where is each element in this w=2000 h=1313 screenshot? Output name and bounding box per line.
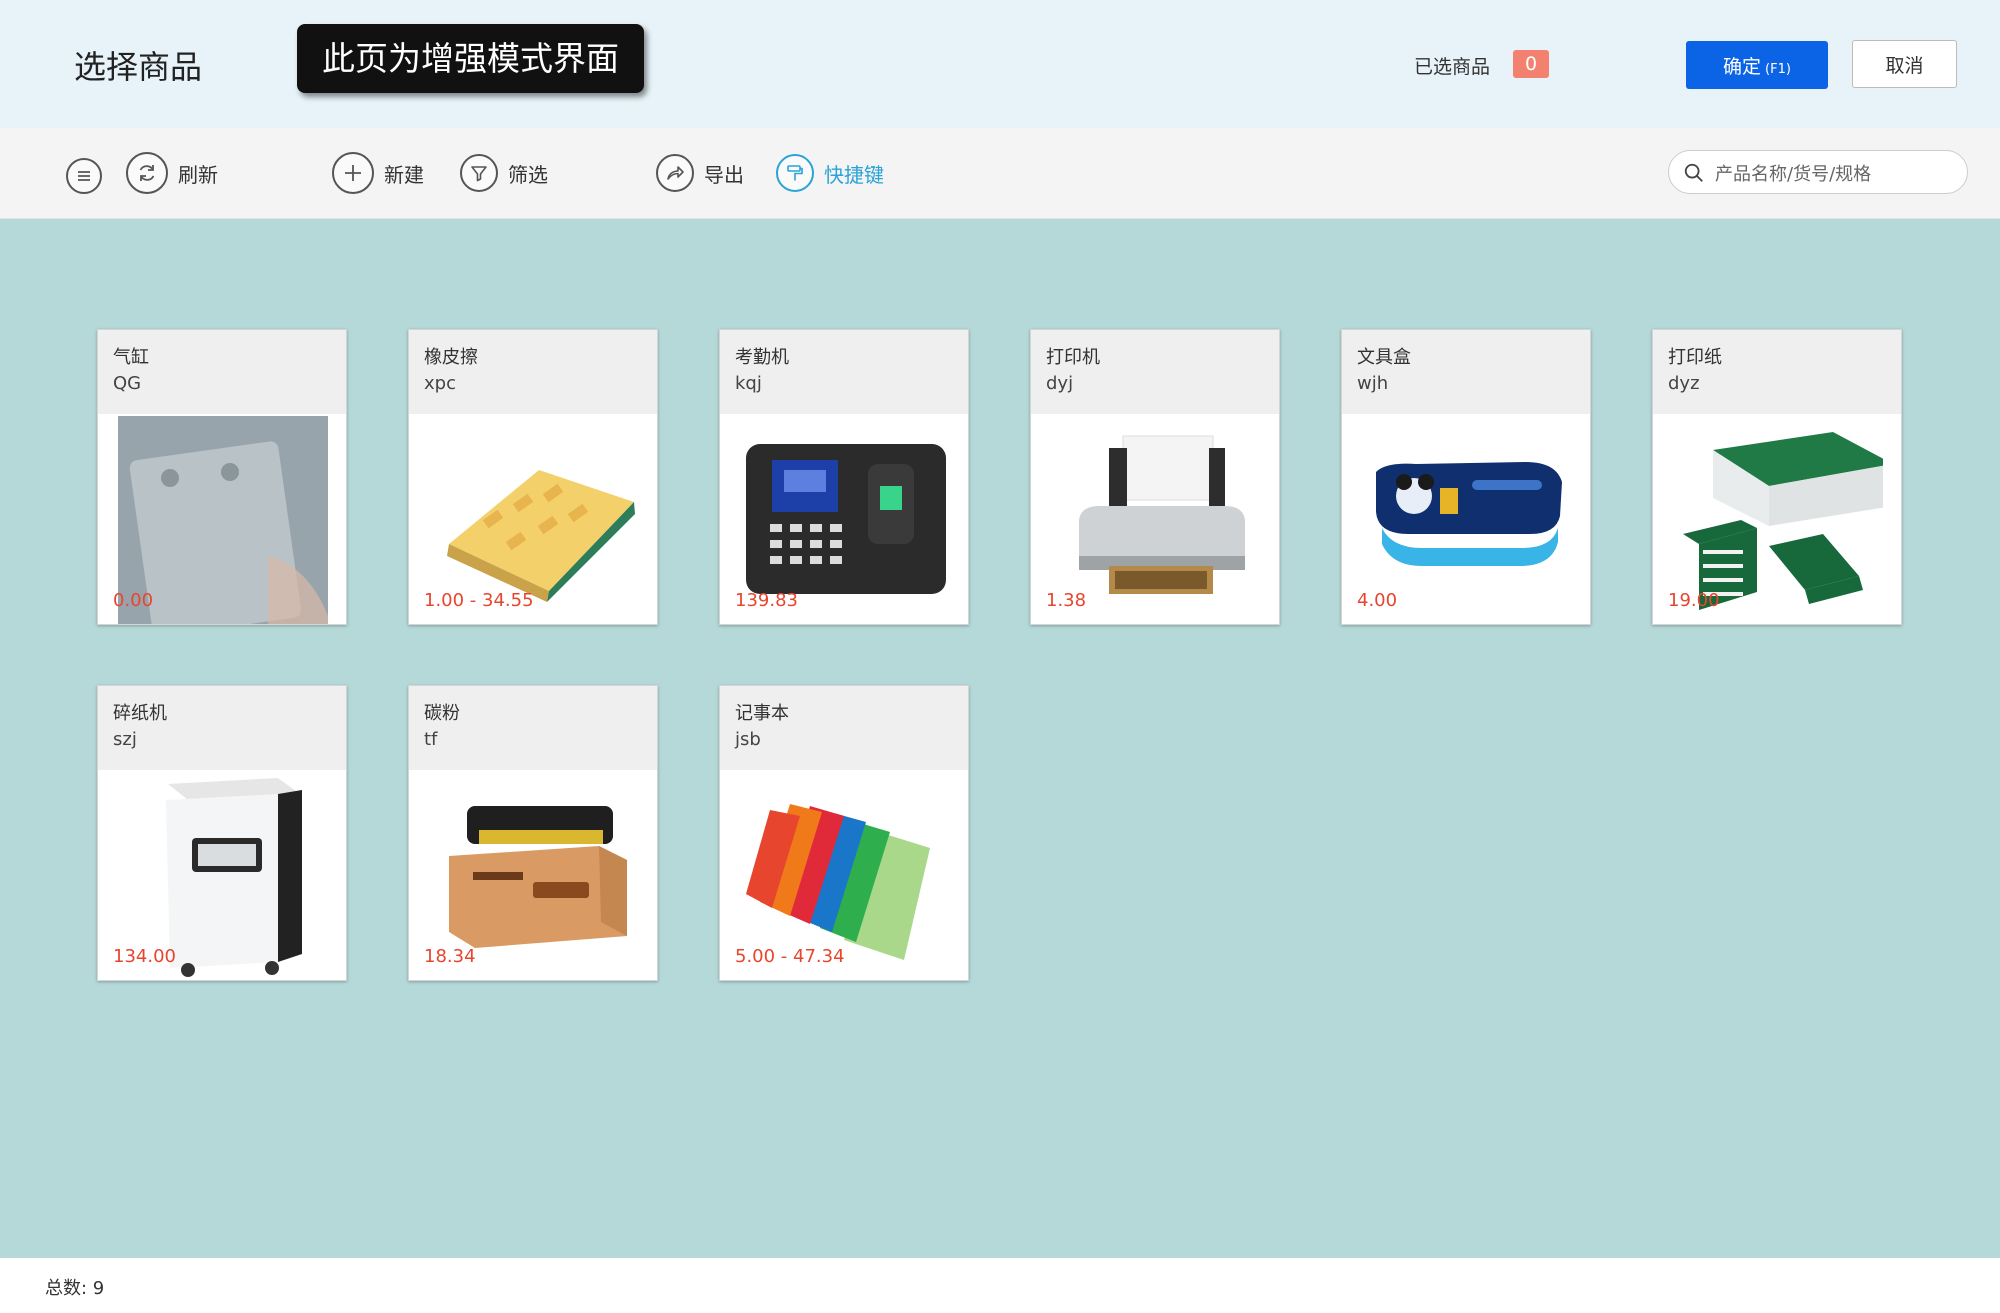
refresh-label: 刷新 bbox=[178, 162, 218, 187]
product-price: 134.00 bbox=[113, 946, 176, 967]
product-card-header: 碎纸机 szj bbox=[98, 686, 346, 770]
product-code: jsb bbox=[735, 729, 761, 750]
product-code: wjh bbox=[1357, 373, 1389, 394]
product-card-header: 记事本 jsb bbox=[720, 686, 968, 770]
product-card-header: 打印纸 dyz bbox=[1653, 330, 1901, 414]
selected-count-badge[interactable]: 0 bbox=[1513, 50, 1549, 78]
product-name: 打印机 bbox=[1046, 347, 1100, 368]
total-count: 总数: 9 bbox=[45, 1278, 105, 1299]
product-code: QG bbox=[113, 373, 142, 394]
export-label: 导出 bbox=[704, 162, 744, 187]
product-price: 5.00 - 47.34 bbox=[735, 946, 845, 967]
product-code: szj bbox=[113, 729, 137, 750]
filter-button[interactable]: 筛选 bbox=[460, 150, 548, 196]
filter-label: 筛选 bbox=[508, 162, 548, 187]
product-name: 考勤机 bbox=[735, 347, 789, 368]
menu-button[interactable] bbox=[66, 153, 102, 199]
search-icon bbox=[1684, 163, 1703, 182]
selected-products-label: 已选商品 bbox=[1414, 56, 1491, 78]
header: 选择商品 此页为增强模式界面 已选商品 0 确定 (F1) 取消 bbox=[0, 0, 2000, 128]
product-name: 橡皮擦 bbox=[424, 347, 478, 368]
confirm-shortcut-hint: (F1) bbox=[1765, 61, 1791, 77]
confirm-button[interactable]: 确定 (F1) bbox=[1686, 41, 1828, 89]
footer: 总数: 9 bbox=[0, 1258, 2000, 1313]
search-box[interactable] bbox=[1668, 150, 1968, 194]
product-card-printer[interactable]: 打印机 dyj 1.38 bbox=[1030, 329, 1280, 625]
refresh-icon bbox=[126, 152, 168, 194]
product-card-attendance-machine[interactable]: 考勤机 kqj 139.83 bbox=[719, 329, 969, 625]
menu-icon bbox=[66, 158, 102, 194]
export-button[interactable]: 导出 bbox=[656, 150, 744, 196]
product-name: 记事本 bbox=[735, 703, 789, 724]
product-code: dyj bbox=[1046, 373, 1074, 394]
new-label: 新建 bbox=[384, 162, 424, 187]
product-grid: 气缸 QG 0.00 橡皮擦 xpc 1.00 - 34.55 考勤机 kqj … bbox=[0, 218, 2000, 1258]
product-card-pencil-case[interactable]: 文具盒 wjh 4.00 bbox=[1341, 329, 1591, 625]
product-card-printer-paper[interactable]: 打印纸 dyz 19.00 bbox=[1652, 329, 1902, 625]
product-price: 19.00 bbox=[1668, 590, 1720, 611]
product-card-cylinder[interactable]: 气缸 QG 0.00 bbox=[97, 329, 347, 625]
product-price: 0.00 bbox=[113, 590, 154, 611]
cancel-button[interactable]: 取消 bbox=[1852, 40, 1957, 88]
product-card-header: 碳粉 tf bbox=[409, 686, 657, 770]
paint-roller-icon bbox=[776, 154, 814, 192]
product-code: xpc bbox=[424, 373, 456, 394]
refresh-button[interactable]: 刷新 bbox=[126, 150, 218, 196]
product-code: kqj bbox=[735, 373, 762, 394]
product-name: 气缸 bbox=[113, 347, 149, 368]
product-name: 打印纸 bbox=[1668, 347, 1722, 368]
product-card-header: 考勤机 kqj bbox=[720, 330, 968, 414]
product-card-notebook[interactable]: 记事本 jsb 5.00 - 47.34 bbox=[719, 685, 969, 981]
product-price: 139.83 bbox=[735, 590, 798, 611]
product-name: 碳粉 bbox=[424, 703, 460, 724]
confirm-button-label: 确定 bbox=[1723, 55, 1762, 78]
product-card-header: 打印机 dyj bbox=[1031, 330, 1279, 414]
product-price: 1.38 bbox=[1046, 590, 1087, 611]
page-title: 选择商品 bbox=[74, 48, 203, 86]
shortcuts-button[interactable]: 快捷键 bbox=[776, 150, 884, 196]
product-name: 文具盒 bbox=[1357, 347, 1411, 368]
product-price: 18.34 bbox=[424, 946, 476, 967]
product-card-eraser[interactable]: 橡皮擦 xpc 1.00 - 34.55 bbox=[408, 329, 658, 625]
product-card-header: 文具盒 wjh bbox=[1342, 330, 1590, 414]
product-code: dyz bbox=[1668, 373, 1700, 394]
product-card-header: 橡皮擦 xpc bbox=[409, 330, 657, 414]
product-card-header: 气缸 QG bbox=[98, 330, 346, 414]
new-button[interactable]: 新建 bbox=[332, 150, 424, 196]
mode-banner: 此页为增强模式界面 bbox=[297, 24, 644, 93]
product-price: 1.00 - 34.55 bbox=[424, 590, 534, 611]
shortcuts-label: 快捷键 bbox=[824, 162, 884, 187]
product-card-shredder[interactable]: 碎纸机 szj 134.00 bbox=[97, 685, 347, 981]
share-icon bbox=[656, 154, 694, 192]
filter-icon bbox=[460, 154, 498, 192]
product-name: 碎纸机 bbox=[113, 703, 167, 724]
plus-icon bbox=[332, 152, 374, 194]
search-input[interactable] bbox=[1713, 159, 1957, 189]
product-card-toner[interactable]: 碳粉 tf 18.34 bbox=[408, 685, 658, 981]
product-code: tf bbox=[424, 729, 438, 750]
product-price: 4.00 bbox=[1357, 590, 1398, 611]
